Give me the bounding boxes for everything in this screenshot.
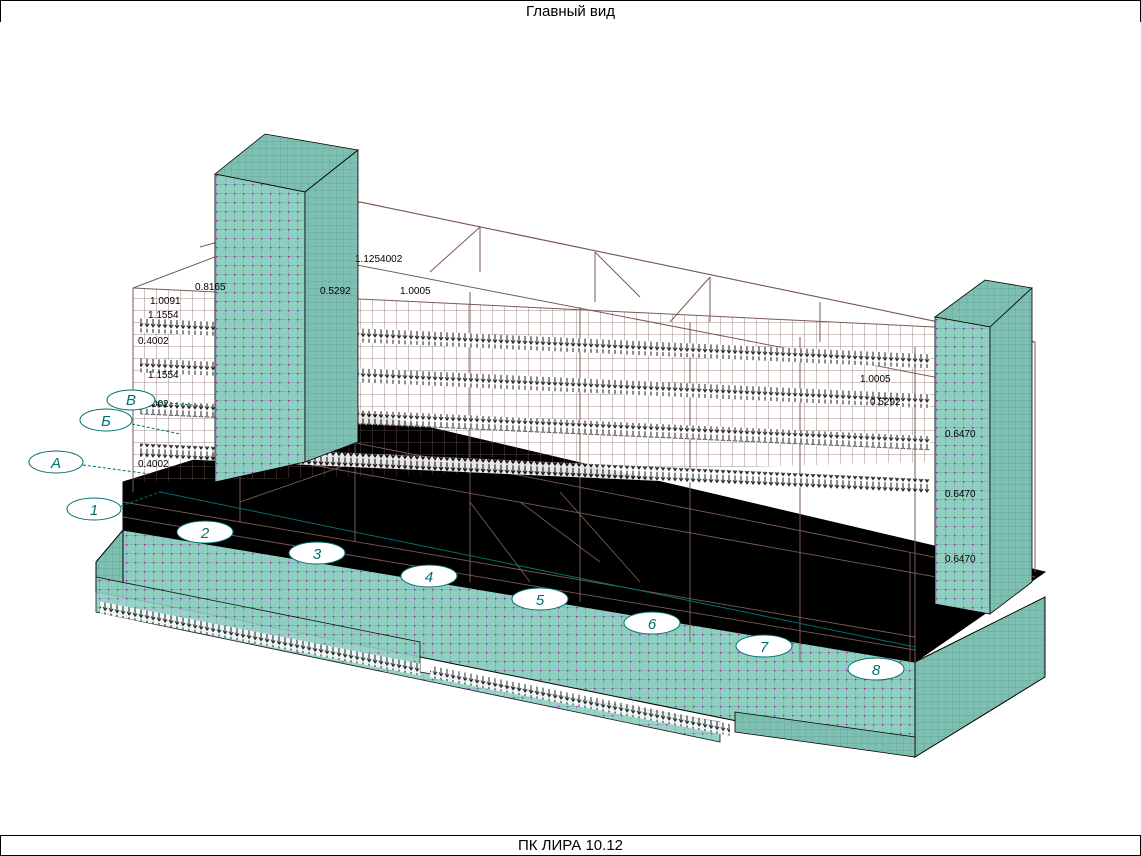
load-label: 1.0091 <box>150 296 181 307</box>
load-label: 1.1254002 <box>355 254 403 265</box>
svg-text:3: 3 <box>313 546 322 563</box>
status-bar: ПК ЛИРА 10.12 <box>0 835 1141 856</box>
left-tower-side <box>304 149 359 463</box>
load-label: 0.6470 <box>945 489 976 500</box>
load-label: 0.5292 <box>870 397 901 408</box>
axis-marker-3: 3 <box>288 541 346 565</box>
svg-text:1: 1 <box>90 502 98 519</box>
axis-marker-a: А <box>28 450 151 475</box>
right-tower-side <box>989 287 1033 615</box>
load-label: 0.5292 <box>320 286 351 297</box>
load-label: 0.4002 <box>138 336 169 347</box>
axis-marker-5: 5 <box>511 587 569 611</box>
axis-marker-8: 8 <box>847 657 905 681</box>
view-title: Главный вид <box>525 3 616 20</box>
axis-marker-4: 4 <box>400 564 458 588</box>
load-label: 1.0005 <box>400 286 431 297</box>
left-tower <box>214 133 359 483</box>
load-label: 1.1554 <box>148 370 179 381</box>
status-text: ПК ЛИРА 10.12 <box>517 837 624 854</box>
svg-text:6: 6 <box>648 616 657 633</box>
axis-marker-7: 7 <box>735 634 793 658</box>
svg-text:5: 5 <box>536 592 545 609</box>
left-tower-front <box>214 173 306 483</box>
load-label: 0.8165 <box>195 282 226 293</box>
right-tower-front <box>934 316 991 615</box>
load-label: 1.1554 <box>148 310 179 321</box>
svg-text:4: 4 <box>425 569 433 586</box>
svg-text:Б: Б <box>101 413 111 430</box>
load-label: 0.6470 <box>945 429 976 440</box>
axis-marker-6: 6 <box>623 611 681 635</box>
svg-text:2: 2 <box>200 525 210 542</box>
load-label: 0.4002 <box>138 459 169 470</box>
model-viewport[interactable]: 0.8165 1.0091 1.1554 0.4002 1.0005 0.529… <box>0 22 1141 834</box>
load-label: 1.0005 <box>860 374 891 385</box>
axis-marker-2: 2 <box>176 520 234 544</box>
view-title-bar: Главный вид <box>0 0 1141 23</box>
model-3d-view[interactable]: 0.8165 1.0091 1.1554 0.4002 1.0005 0.529… <box>0 22 1141 834</box>
svg-text:А: А <box>50 455 61 472</box>
svg-text:8: 8 <box>872 662 881 679</box>
svg-text:В: В <box>126 392 136 409</box>
load-label: 0.6470 <box>945 554 976 565</box>
svg-text:7: 7 <box>760 639 769 656</box>
